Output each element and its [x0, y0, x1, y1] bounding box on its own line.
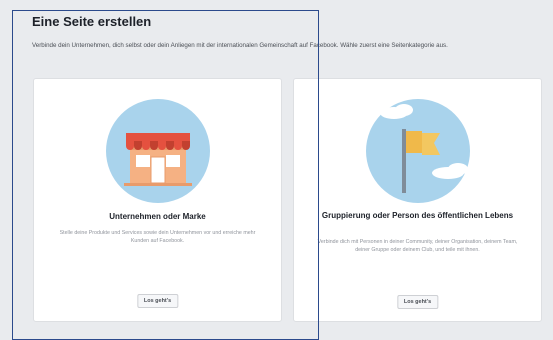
header: Eine Seite erstellen Verbinde dein Unter…	[32, 14, 547, 49]
card-title: Gruppierung oder Person des öffentlichen…	[321, 211, 514, 220]
business-brand-card[interactable]: Unternehmen oder Marke Stelle deine Prod…	[33, 78, 282, 322]
card-description: Stelle deine Produkte und Services sowie…	[59, 230, 256, 245]
flag-icon	[365, 99, 470, 203]
get-started-community-button[interactable]: Los geht's	[396, 295, 439, 309]
storefront-icon	[105, 99, 210, 203]
card-description: Verbinde dich mit Personen in deiner Com…	[317, 239, 518, 254]
page-title: Eine Seite erstellen	[32, 14, 152, 29]
get-started-business-button[interactable]: Los geht's	[136, 294, 179, 308]
create-page-screen: Eine Seite erstellen Verbinde dein Unter…	[0, 0, 553, 340]
card-title: Unternehmen oder Marke	[109, 212, 206, 221]
page-subtitle: Verbinde dein Unternehmen, dich selbst o…	[32, 42, 448, 49]
community-public-figure-card[interactable]: Gruppierung oder Person des öffentlichen…	[293, 78, 542, 322]
